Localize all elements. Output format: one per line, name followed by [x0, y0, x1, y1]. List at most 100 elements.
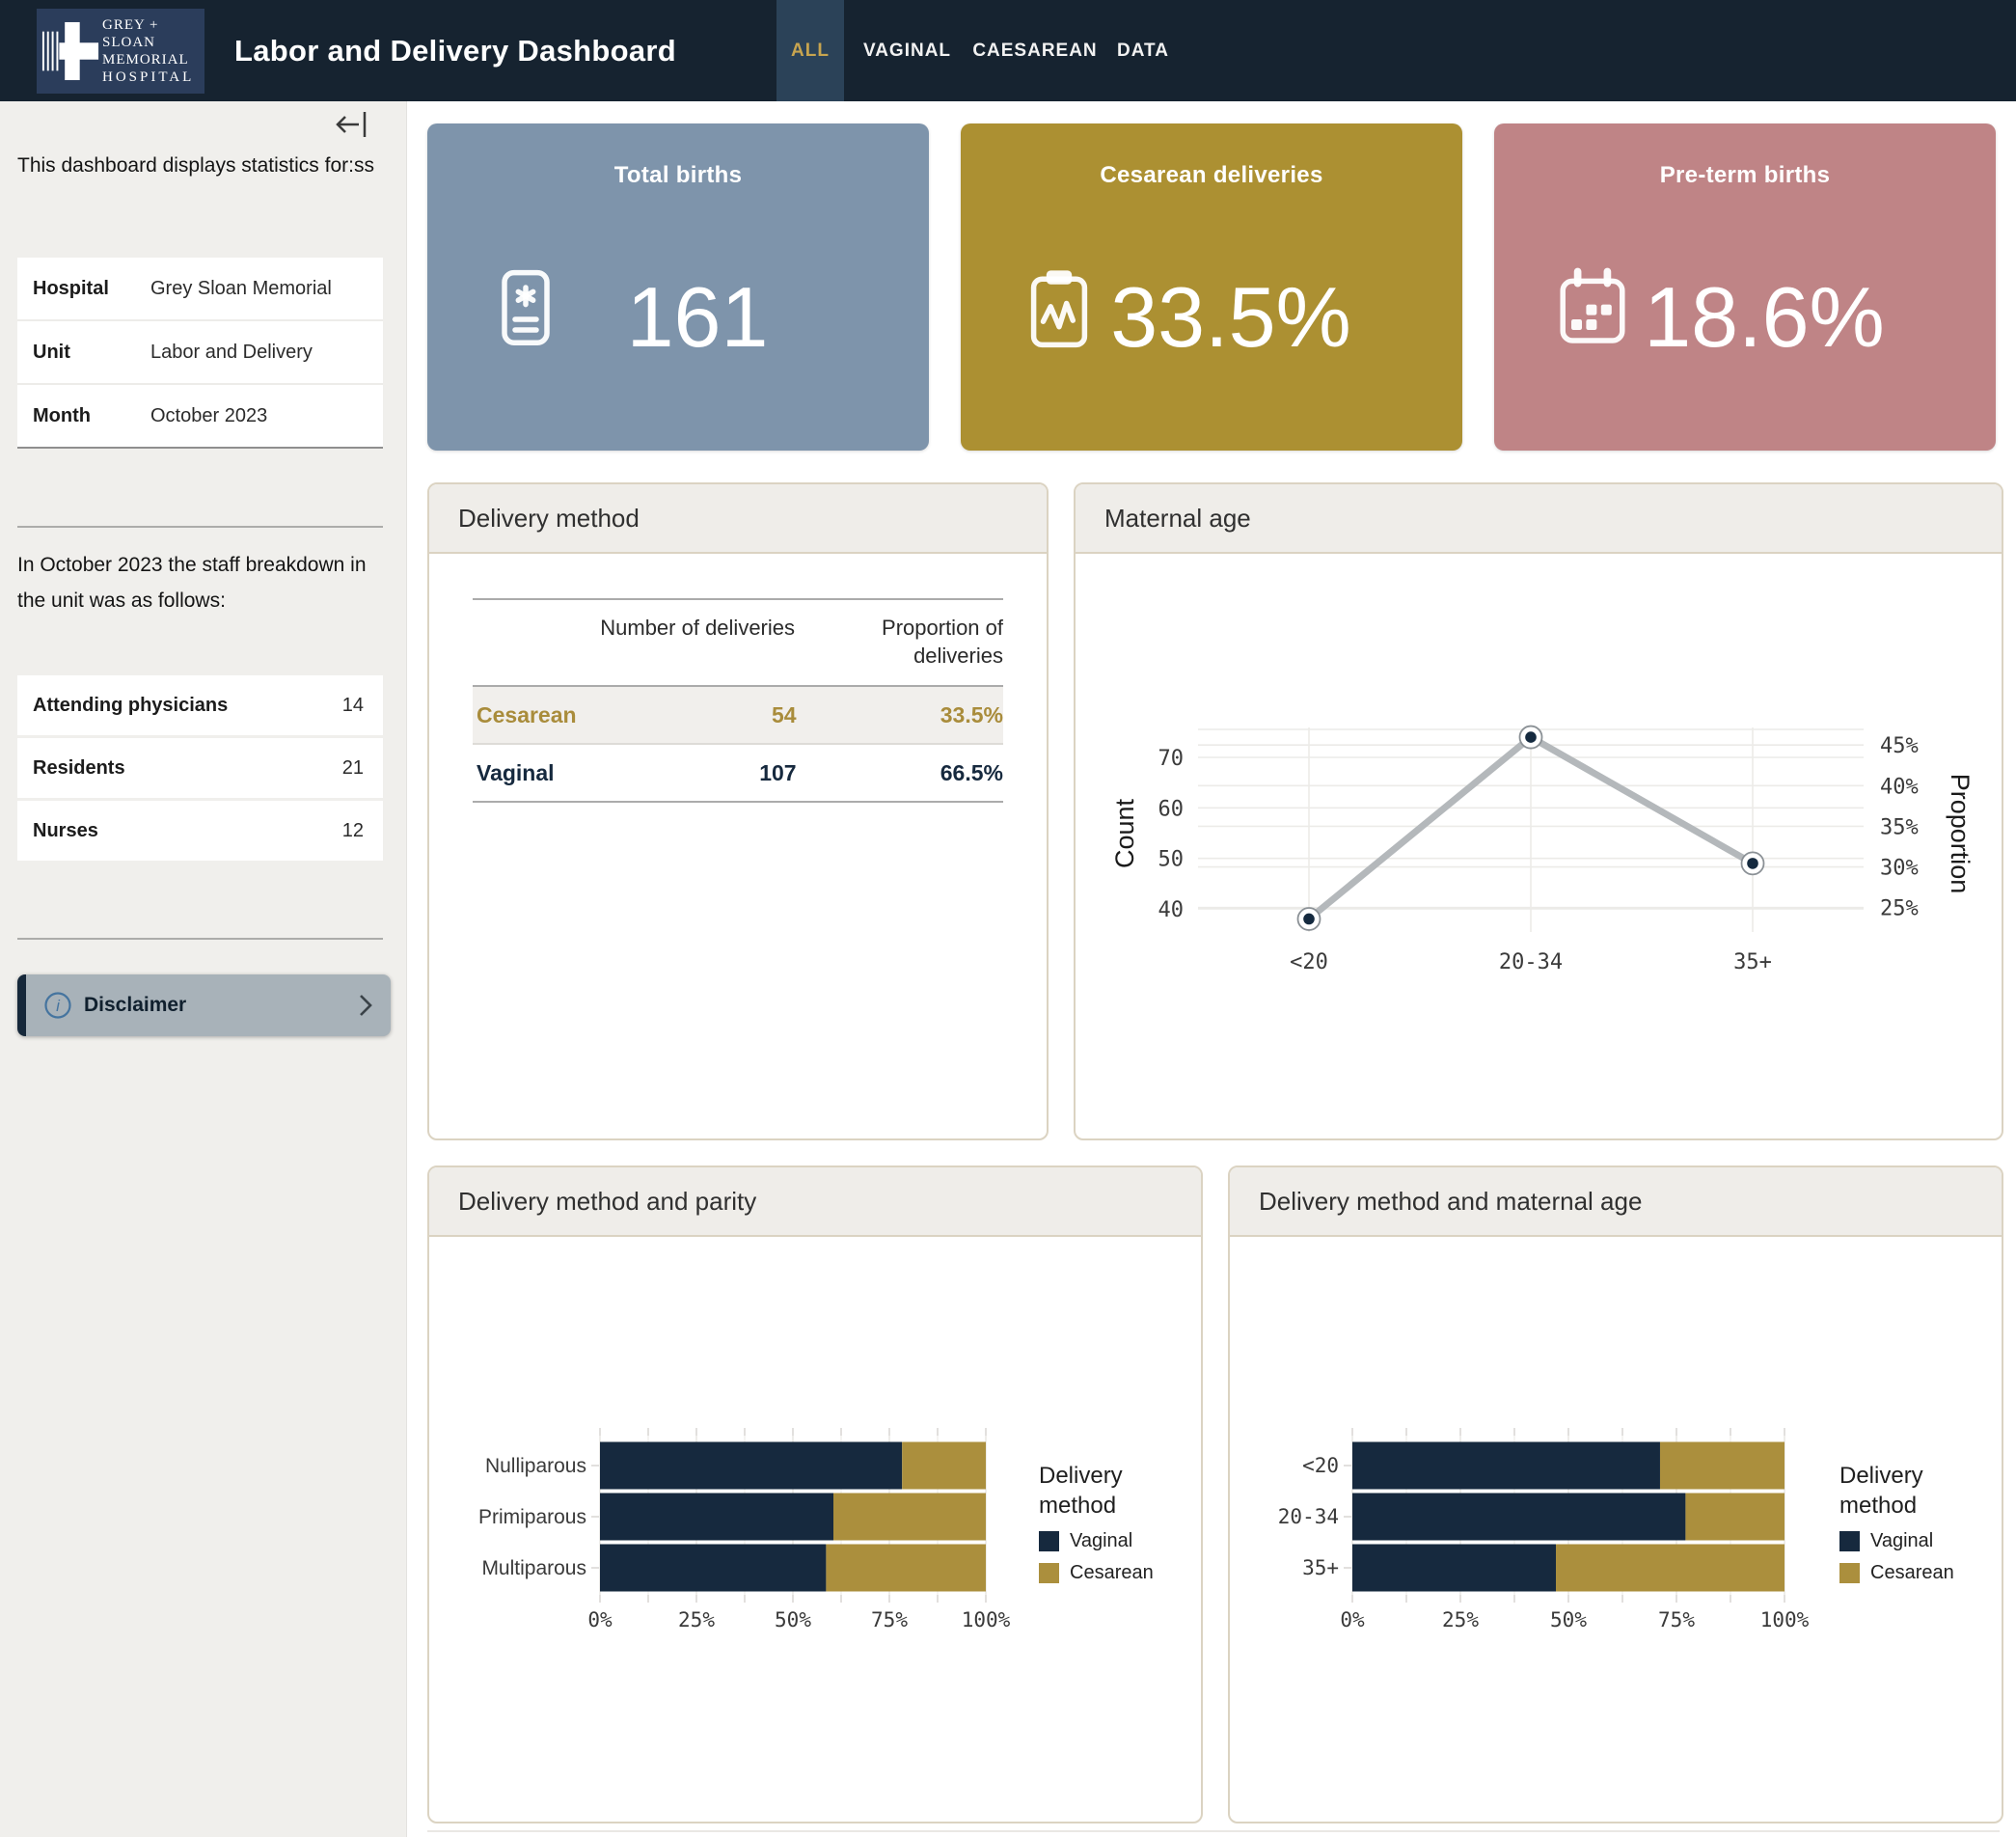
svg-text:35%: 35%: [1880, 815, 1919, 839]
sidebar-divider: [17, 526, 383, 528]
svg-text:25%: 25%: [1442, 1608, 1479, 1631]
tab-data[interactable]: DATA: [1111, 0, 1175, 101]
top-navbar: GREY + SLOAN MEMORIAL HOSPITAL Labor and…: [0, 0, 2016, 101]
age-method-chart-card: Delivery method and maternal age <2020-3…: [1228, 1165, 2003, 1823]
card-header: Maternal age: [1076, 484, 2002, 554]
bar-cesarean-Primiparous: [833, 1494, 986, 1541]
kpi-value: 18.6%: [1533, 268, 1996, 367]
vaginal-swatch: [1839, 1531, 1860, 1551]
data-point-20-34: [1520, 727, 1542, 749]
cross-icon: [41, 19, 100, 83]
column-header: Proportion of deliveries: [795, 614, 1003, 670]
parity-chart-card: Delivery method and parity Nulliparous Pr…: [427, 1165, 1203, 1823]
svg-text:30%: 30%: [1880, 857, 1919, 881]
tab-caesarean[interactable]: CAESAREAN: [972, 0, 1098, 101]
svg-text:45%: 45%: [1880, 734, 1919, 758]
delivery-method-card: Delivery method Number of deliveries Pro…: [427, 482, 1049, 1140]
svg-text:Count: Count: [1110, 798, 1139, 868]
svg-text:<20: <20: [1290, 950, 1328, 974]
table-row-vaginal: Vaginal 107 66.5%: [473, 745, 1003, 803]
card-title: Delivery method and parity: [458, 1187, 756, 1217]
svg-text:100%: 100%: [962, 1608, 1011, 1631]
svg-text:20-34: 20-34: [1278, 1505, 1339, 1528]
legend-item-cesarean: Cesarean: [1839, 1562, 2003, 1584]
svg-text:50%: 50%: [775, 1608, 811, 1631]
tab-vaginal[interactable]: VAGINAL: [857, 0, 958, 101]
kpi-title: Total births: [427, 162, 929, 189]
maternal-age-card: Maternal age 4050607025%30%35%40%45%<202…: [1074, 482, 2003, 1140]
chevron-right-icon: [358, 993, 373, 1018]
info-icon: i: [43, 991, 72, 1020]
legend: Delivery method Vaginal Cesarean: [1039, 1461, 1203, 1584]
svg-text:0%: 0%: [587, 1608, 613, 1631]
staff-table: Attending physicians 14 Residents 21 Nur…: [17, 675, 383, 864]
svg-text:25%: 25%: [678, 1608, 715, 1631]
staff-intro-text: In October 2023 the staff breakdown in t…: [17, 547, 382, 618]
tab-all[interactable]: ALL: [776, 0, 844, 101]
bar-cesarean-Nulliparous: [902, 1442, 986, 1490]
card-title: Maternal age: [1104, 504, 1251, 534]
labor-delivery-dashboard: GREY + SLOAN MEMORIAL HOSPITAL Labor and…: [0, 0, 2016, 1837]
hospital-logo: GREY + SLOAN MEMORIAL HOSPITAL: [37, 9, 204, 94]
sidebar-intro-text: This dashboard displays statistics for:s…: [17, 148, 382, 183]
table-row: Hospital Grey Sloan Memorial: [17, 258, 383, 321]
svg-text:40: 40: [1158, 898, 1185, 922]
card-header: Delivery method and maternal age: [1230, 1167, 2002, 1237]
svg-text:70: 70: [1158, 747, 1185, 771]
kpi-card-preterm: Pre-term births 18.6%: [1494, 123, 1996, 451]
kpi-card-cesarean: Cesarean deliveries 33.5%: [961, 123, 1462, 451]
table-row: Month October 2023: [17, 385, 383, 449]
legend: Delivery method Vaginal Cesarean: [1839, 1461, 2003, 1584]
hospital-logo-text: GREY + SLOAN MEMORIAL HOSPITAL: [102, 16, 204, 86]
cesarean-swatch: [1039, 1563, 1059, 1583]
sidebar-divider: [17, 938, 383, 940]
svg-text:35+: 35+: [1302, 1556, 1339, 1579]
legend-title: Delivery method: [1839, 1461, 1965, 1521]
bar-cesarean-35+: [1556, 1545, 1784, 1592]
dashboard-info-table: Hospital Grey Sloan Memorial Unit Labor …: [17, 258, 383, 449]
disclaimer-label: Disclaimer: [84, 994, 186, 1017]
kpi-value: 33.5%: [999, 268, 1462, 367]
svg-text:Proportion: Proportion: [1946, 774, 1975, 894]
svg-text:Multiparous: Multiparous: [481, 1557, 586, 1579]
kpi-card-total-births: Total births 161: [427, 123, 929, 451]
disclaimer-button[interactable]: i Disclaimer: [17, 974, 391, 1036]
svg-text:60: 60: [1158, 797, 1185, 821]
kpi-title: Pre-term births: [1494, 162, 1996, 189]
bar-vaginal-Multiparous: [600, 1545, 826, 1592]
bar-vaginal-Primiparous: [600, 1494, 833, 1541]
svg-text:i: i: [56, 997, 61, 1015]
bar-cesarean-20-34: [1685, 1494, 1784, 1541]
table-row: Unit Labor and Delivery: [17, 321, 383, 385]
delivery-method-table: Number of deliveries Proportion of deliv…: [473, 598, 1003, 803]
cesarean-swatch: [1839, 1563, 1860, 1583]
table-row-cesarean: Cesarean 54 33.5%: [473, 687, 1003, 745]
column-header: Number of deliveries: [586, 614, 795, 670]
kpi-title: Cesarean deliveries: [961, 162, 1462, 189]
svg-text:0%: 0%: [1340, 1608, 1365, 1631]
card-header: Delivery method: [429, 484, 1047, 554]
sidebar-collapse-icon[interactable]: [332, 109, 374, 140]
legend-item-vaginal: Vaginal: [1039, 1530, 1203, 1552]
bar-vaginal-20-34: [1352, 1494, 1685, 1541]
svg-text:75%: 75%: [871, 1608, 908, 1631]
legend-item-vaginal: Vaginal: [1839, 1530, 2003, 1552]
vaginal-swatch: [1039, 1531, 1059, 1551]
data-point-<20: [1298, 908, 1321, 930]
bar-cesarean-<20: [1660, 1442, 1784, 1490]
table-header-row: Number of deliveries Proportion of deliv…: [473, 598, 1003, 687]
svg-text:75%: 75%: [1658, 1608, 1695, 1631]
bar-vaginal-Nulliparous: [600, 1442, 902, 1490]
table-row: Residents 21: [17, 738, 383, 801]
table-row: Nurses 12: [17, 801, 383, 864]
svg-text:Primiparous: Primiparous: [478, 1506, 586, 1528]
page-title: Labor and Delivery Dashboard: [234, 0, 676, 101]
bar-vaginal-35+: [1352, 1545, 1556, 1592]
card-title: Delivery method and maternal age: [1259, 1187, 1642, 1217]
card-title: Delivery method: [458, 504, 640, 534]
sidebar: This dashboard displays statistics for:s…: [0, 101, 407, 1837]
next-section-edge: [427, 1830, 2000, 1832]
svg-text:Nulliparous: Nulliparous: [485, 1455, 586, 1477]
maternal-age-line-chart: 4050607025%30%35%40%45%<2020-3435+CountP…: [1076, 554, 1998, 1137]
svg-text:20-34: 20-34: [1499, 950, 1563, 974]
